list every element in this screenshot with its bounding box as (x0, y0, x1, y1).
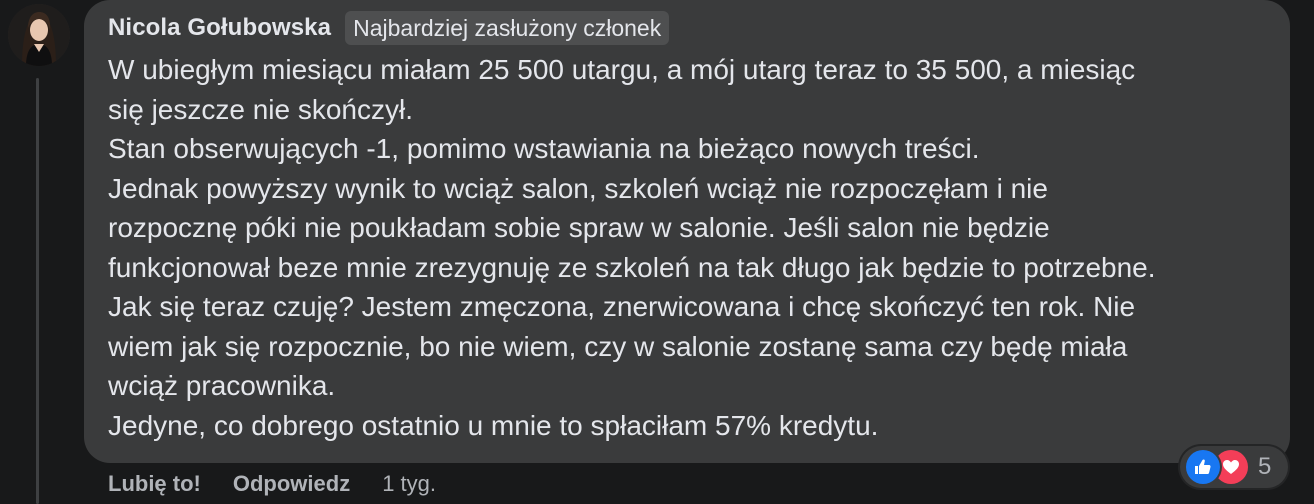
timestamp[interactable]: 1 tyg. (382, 471, 436, 497)
comment-line: W ubiegłym miesiącu miałam 25 500 utargu… (108, 54, 1136, 85)
comment-actions: Lubię to! Odpowiedz 1 tyg. (108, 468, 436, 500)
comment-header: Nicola Gołubowska Najbardziej zasłużony … (108, 10, 670, 46)
comment-bubble: Nicola Gołubowska Najbardziej zasłużony … (84, 0, 1290, 463)
comment-line: Jak się teraz czuję? Jestem zmęczona, zn… (108, 291, 1136, 322)
comment-line: wiem jak się rozpocznie, bo nie wiem, cz… (108, 330, 1128, 362)
comment-line: Jednak powyższy wynik to wciąż salon, sz… (108, 172, 1048, 204)
comment-line: Jedyne, co dobrego ostatnio u mnie to sp… (108, 409, 879, 441)
thread-line (36, 78, 39, 504)
reaction-count: 5 (1258, 453, 1272, 480)
comment-text: W ubiegłym miesiącu miałam 25 500 utargu… (108, 50, 1288, 445)
comment-line: się jeszcze nie skończył. (108, 93, 414, 125)
author-name[interactable]: Nicola Gołubowska (108, 14, 331, 42)
reaction-summary[interactable]: 5 (1180, 446, 1288, 488)
like-icon (1186, 450, 1220, 484)
member-badge[interactable]: Najbardziej zasłużony członek (345, 11, 670, 45)
avatar[interactable] (8, 4, 70, 66)
reply-button[interactable]: Odpowiedz (233, 471, 350, 497)
avatar-image (8, 4, 70, 66)
comment-line: Stan obserwujących -1, pomimo wstawiania… (108, 133, 980, 164)
like-button[interactable]: Lubię to! (108, 471, 201, 497)
comment-line: funkcjonował beze mnie zrezygnuję ze szk… (108, 251, 1156, 283)
comment-line: wciąż pracownika. (108, 370, 336, 401)
comment-line: rozpocznę póki nie poukładam sobie spraw… (108, 212, 1050, 243)
